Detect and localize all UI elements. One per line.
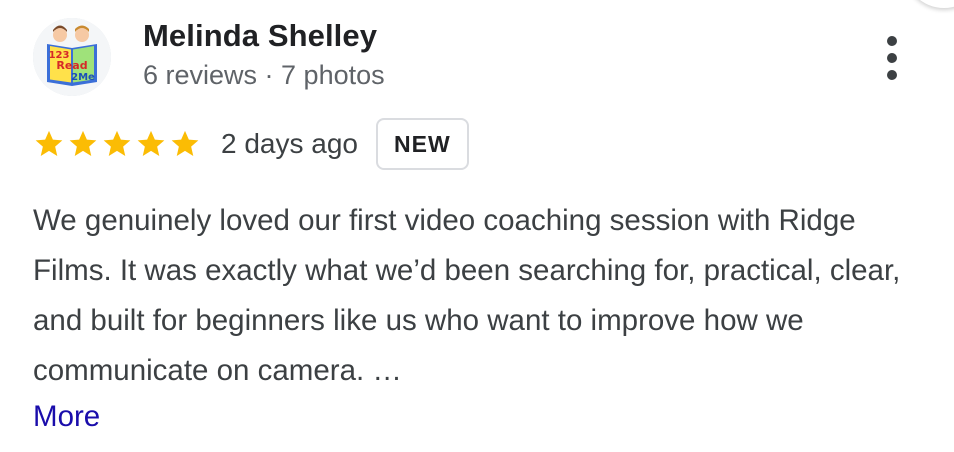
- review-date: 2 days ago: [221, 128, 358, 159]
- star-icon: [137, 130, 165, 156]
- reviewer-stats: 6 reviews · 7 photos: [143, 60, 385, 90]
- star-icon: [103, 130, 131, 156]
- review-card: 123 Read 2Me Melinda Shelley 6 reviews ·…: [0, 0, 954, 452]
- more-vert-icon-dot: [887, 36, 897, 46]
- corner-panel-edge: [904, 0, 954, 8]
- star-icon: [69, 130, 97, 156]
- avatar-logo-text-3: 2Me: [71, 72, 95, 83]
- star-icon: [35, 130, 63, 156]
- new-badge: NEW: [376, 118, 469, 170]
- avatar[interactable]: 123 Read 2Me: [33, 18, 111, 96]
- star-icon: [171, 130, 199, 156]
- avatar-logo-icon: 123 Read 2Me: [33, 18, 111, 96]
- star-rating: [33, 128, 201, 160]
- avatar-logo-text-2: Read: [56, 59, 87, 72]
- more-vert-icon-dot: [887, 53, 897, 63]
- more-options-button[interactable]: [872, 30, 912, 86]
- more-link[interactable]: More: [33, 392, 100, 442]
- review-text: We genuinely loved our first video coach…: [33, 204, 901, 387]
- more-vert-icon-dot: [887, 70, 897, 80]
- rating-row: 2 days ago NEW: [33, 117, 469, 171]
- reviewer-name[interactable]: Melinda Shelley: [143, 18, 377, 54]
